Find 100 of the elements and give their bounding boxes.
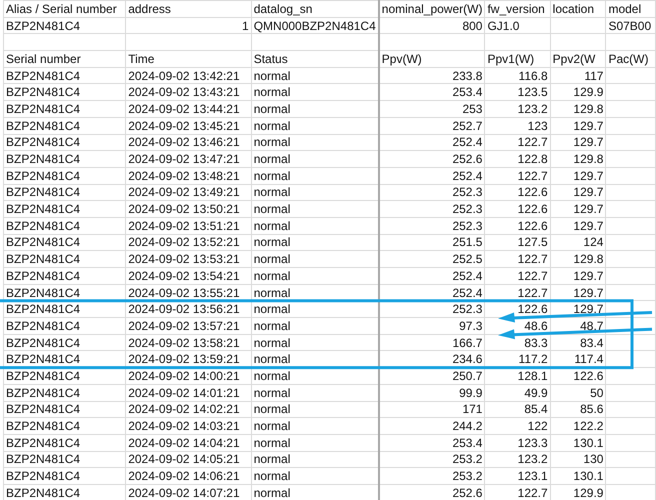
table-cell: BZP2N481C4 [4,67,126,84]
table-cell: BZP2N481C4 [4,300,126,318]
table-cell: 123.1 [484,468,550,484]
table-cell: 2024-09-02 14:04:21 [126,434,252,452]
column-header: Ppv1(W) [484,50,550,68]
table-cell: 2024-09-02 14:05:21 [126,451,252,468]
table-cell: BZP2N481C4 [4,318,126,334]
table-cell: BZP2N481C4 [4,284,126,301]
table-cell: 171 [378,401,485,418]
table-cell: BZP2N481C4 [4,84,126,101]
table-cell: 85.6 [550,401,606,418]
table-cell: 2024-09-02 14:06:21 [126,468,252,484]
table-cell: 85.4 [484,401,550,418]
table-cell: 253.4 [378,84,485,101]
table-cell: BZP2N481C4 [4,234,126,251]
table-cell: 1 [126,17,252,34]
column-header: Ppv2(W [550,50,606,68]
table-cell: 252.3 [378,217,485,234]
table-cell: 122.7 [484,268,550,284]
table-cell: 117 [550,67,606,84]
table-cell: BZP2N481C4 [4,134,126,151]
table-cell: 252.4 [378,167,485,184]
table-cell: 2024-09-02 13:53:21 [126,250,252,268]
table-cell: 2024-09-02 13:48:21 [126,167,252,184]
table-cell: 252.3 [378,184,485,201]
table-cell: BZP2N481C4 [4,200,126,218]
table-cell: 128.1 [484,368,550,384]
table-cell: 130 [550,451,606,468]
table-cell: 253 [378,100,485,118]
table-cell: 2024-09-02 13:47:21 [126,150,252,168]
table-cell: 123.2 [484,451,550,468]
table-cell: 2024-09-02 13:52:21 [126,234,252,251]
table-cell: 2024-09-02 13:49:21 [126,184,252,201]
table-cell: 123 [484,117,550,134]
table-cell: normal [251,184,379,201]
table-cell: BZP2N481C4 [4,268,126,284]
table-cell: normal [251,200,379,218]
table-cell: normal [251,334,379,351]
table-cell: 253.4 [378,434,485,452]
column-header: Status [251,50,379,68]
table-cell: 233.8 [378,67,485,84]
table-cell: 2024-09-02 13:50:21 [126,200,252,218]
table-cell: 252.5 [378,250,485,268]
table-cell: normal [251,368,379,384]
table-cell: BZP2N481C4 [4,184,126,201]
table-cell: 122.6 [550,368,606,384]
table-cell: normal [251,300,379,318]
table-cell: 800 [378,17,485,34]
table-cell: QMN000BZP2N481C4 [251,17,379,34]
table-cell: normal [251,434,379,452]
table-cell: 2024-09-02 13:46:21 [126,134,252,151]
table-cell: 97.3 [378,318,485,334]
table-cell: normal [251,167,379,184]
table-cell: 99.9 [378,384,485,401]
table-cell: 2024-09-02 13:45:21 [126,117,252,134]
table-cell: 2024-09-02 13:43:21 [126,84,252,101]
column-header: Serial number [4,50,126,68]
table-cell: normal [251,234,379,251]
table-cell: 252.4 [378,268,485,284]
table-cell: BZP2N481C4 [4,451,126,468]
table-cell: 2024-09-02 13:42:21 [126,67,252,84]
table-cell: BZP2N481C4 [4,468,126,484]
table-cell: BZP2N481C4 [4,384,126,401]
table-cell: 129.8 [550,250,606,268]
table-cell: 123.5 [484,84,550,101]
table-cell: 129.7 [550,200,606,218]
table-cell: 130.1 [550,434,606,452]
table-cell: 129.8 [550,100,606,118]
table-cell: 2024-09-02 13:56:21 [126,300,252,318]
table-cell: normal [251,84,379,101]
column-header: location [550,0,606,18]
table-cell: 252.3 [378,300,485,318]
table-cell: BZP2N481C4 [4,250,126,268]
table-cell: 244.2 [378,418,485,434]
table-cell: 83.4 [550,334,606,351]
table-cell: normal [251,468,379,484]
table-cell: 48.7 [550,318,606,334]
table-cell: normal [251,268,379,284]
table-cell: 129.7 [550,167,606,184]
table-cell: 252.4 [378,134,485,151]
table-cell: 129.7 [550,268,606,284]
table-cell: 251.5 [378,234,485,251]
table-cell: BZP2N481C4 [4,100,126,118]
table-cell: normal [251,217,379,234]
table-cell: 122.8 [484,150,550,168]
table-cell: 252.6 [378,150,485,168]
column-header: fw_version [484,0,550,18]
table-cell: 2024-09-02 13:51:21 [126,217,252,234]
table-cell: 127.5 [484,234,550,251]
table-cell: BZP2N481C4 [4,434,126,452]
table-cell: 2024-09-02 14:03:21 [126,418,252,434]
table-cell: normal [251,250,379,268]
table-cell: normal [251,384,379,401]
table-cell: GJ1.0 [484,17,550,34]
table-cell: BZP2N481C4 [4,17,126,34]
table-cell: 2024-09-02 13:57:21 [126,318,252,334]
table-cell: 129.7 [550,134,606,151]
table-cell: normal [251,150,379,168]
table-cell: 129.9 [550,84,606,101]
table-cell: normal [251,67,379,84]
